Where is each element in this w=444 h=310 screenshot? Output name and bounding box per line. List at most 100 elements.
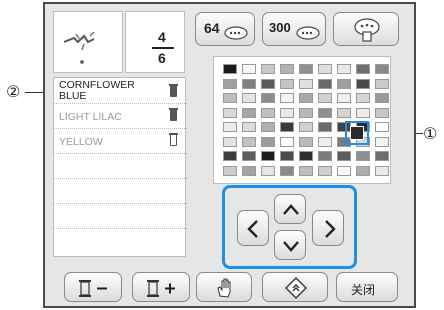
color-swatch[interactable] xyxy=(242,93,256,103)
arrow-right-button[interactable] xyxy=(312,210,344,246)
color-swatch[interactable] xyxy=(318,64,332,74)
arrow-left-button[interactable] xyxy=(237,210,269,246)
custom-palette-button[interactable] xyxy=(333,12,399,46)
color-swatch[interactable] xyxy=(280,122,294,132)
color-swatch[interactable] xyxy=(242,122,256,132)
color-swatch[interactable] xyxy=(318,122,332,132)
color-swatch[interactable] xyxy=(280,107,294,118)
color-swatch[interactable] xyxy=(318,136,332,147)
color-swatch[interactable] xyxy=(223,136,237,147)
color-swatch[interactable] xyxy=(242,78,256,89)
color-swatch[interactable] xyxy=(261,122,275,132)
color-swatch[interactable] xyxy=(242,165,256,176)
color-swatch[interactable] xyxy=(261,165,275,176)
palette-icon xyxy=(354,18,380,42)
color-swatch[interactable] xyxy=(337,93,351,103)
color-swatch[interactable] xyxy=(223,93,237,103)
thread-name: YELLOW xyxy=(59,136,103,148)
color-swatch[interactable] xyxy=(318,93,332,103)
color-swatch[interactable] xyxy=(375,122,389,132)
thread-name: CORNFLOWER BLUE xyxy=(59,80,135,102)
spool-minus-icon xyxy=(79,280,107,297)
thread-name: LIGHT LILAC xyxy=(59,111,122,123)
color-swatch[interactable] xyxy=(280,165,294,176)
color-swatch[interactable] xyxy=(337,151,351,161)
list-item[interactable]: CORNFLOWER BLUE xyxy=(54,78,187,104)
color-swatch[interactable] xyxy=(299,93,313,103)
color-swatch[interactable] xyxy=(280,78,294,89)
color-swatch[interactable] xyxy=(356,107,370,118)
color-swatch[interactable] xyxy=(356,165,370,176)
counter-divider xyxy=(152,47,174,49)
color-swatch[interactable] xyxy=(318,107,332,118)
color-swatch[interactable] xyxy=(375,107,389,118)
color-swatch[interactable] xyxy=(337,107,351,118)
color-swatch[interactable] xyxy=(299,136,313,147)
thread-counter: 4 6 xyxy=(125,11,185,73)
color-swatch[interactable] xyxy=(280,136,294,147)
color-swatch[interactable] xyxy=(337,64,351,74)
reset-button[interactable] xyxy=(262,272,328,302)
color-swatch[interactable] xyxy=(261,64,275,74)
color-swatch[interactable] xyxy=(299,78,313,89)
arrow-up-button[interactable] xyxy=(274,194,306,224)
color-swatch[interactable] xyxy=(280,93,294,103)
color-swatch[interactable] xyxy=(242,136,256,147)
spool-plus-button[interactable] xyxy=(132,272,190,302)
color-swatch[interactable] xyxy=(299,107,313,118)
color-swatch[interactable] xyxy=(223,107,237,118)
color-swatch[interactable] xyxy=(280,64,294,74)
color-swatch[interactable] xyxy=(375,64,389,74)
selected-swatch[interactable] xyxy=(350,126,364,140)
color-swatch[interactable] xyxy=(242,107,256,118)
color-swatch[interactable] xyxy=(242,64,256,74)
color-swatch[interactable] xyxy=(318,165,332,176)
color-swatch[interactable] xyxy=(261,93,275,103)
palette-300-button[interactable]: 300 xyxy=(262,12,326,46)
color-swatch[interactable] xyxy=(261,78,275,89)
color-swatch[interactable] xyxy=(375,165,389,176)
color-swatch[interactable] xyxy=(337,78,351,89)
color-swatch[interactable] xyxy=(318,78,332,89)
color-swatch[interactable] xyxy=(299,165,313,176)
color-swatch[interactable] xyxy=(318,151,332,161)
color-swatch[interactable] xyxy=(261,107,275,118)
color-swatch[interactable] xyxy=(261,136,275,147)
color-swatch[interactable] xyxy=(223,122,237,132)
thread-list[interactable]: CORNFLOWER BLUE LIGHT LILAC YELLOW xyxy=(53,77,187,257)
color-swatch[interactable] xyxy=(242,151,256,161)
color-swatch[interactable] xyxy=(261,151,275,161)
spool-icon xyxy=(169,133,178,146)
color-swatch[interactable] xyxy=(375,136,389,147)
color-swatch[interactable] xyxy=(223,165,237,176)
arrow-navigation-panel xyxy=(222,185,357,269)
hand-button[interactable] xyxy=(196,272,252,302)
color-swatch[interactable] xyxy=(356,93,370,103)
color-swatch[interactable] xyxy=(356,78,370,89)
list-item[interactable]: YELLOW xyxy=(54,129,187,154)
color-swatch[interactable] xyxy=(280,151,294,161)
arrow-down-button[interactable] xyxy=(274,230,306,260)
color-swatch[interactable] xyxy=(223,78,237,89)
close-button[interactable]: 关闭 xyxy=(336,272,398,302)
thread-color-palette[interactable] xyxy=(213,56,391,184)
callout-1-number: ① xyxy=(423,124,438,143)
color-swatch[interactable] xyxy=(356,151,370,161)
list-item[interactable]: LIGHT LILAC xyxy=(54,104,187,129)
color-swatch[interactable] xyxy=(375,93,389,103)
list-item xyxy=(54,229,187,254)
spool-minus-button[interactable] xyxy=(64,272,122,302)
list-item xyxy=(54,179,187,204)
color-swatch[interactable] xyxy=(299,122,313,132)
palette-64-button[interactable]: 64 xyxy=(195,12,255,46)
color-swatch[interactable] xyxy=(356,64,370,74)
color-swatch[interactable] xyxy=(223,151,237,161)
color-swatch[interactable] xyxy=(337,165,351,176)
color-swatch[interactable] xyxy=(223,64,237,74)
color-swatch[interactable] xyxy=(299,64,313,74)
color-swatch[interactable] xyxy=(375,78,389,89)
selected-swatch-highlight xyxy=(345,121,369,145)
color-swatch[interactable] xyxy=(375,151,389,161)
color-swatch[interactable] xyxy=(299,151,313,161)
reset-diamond-icon xyxy=(285,277,307,299)
